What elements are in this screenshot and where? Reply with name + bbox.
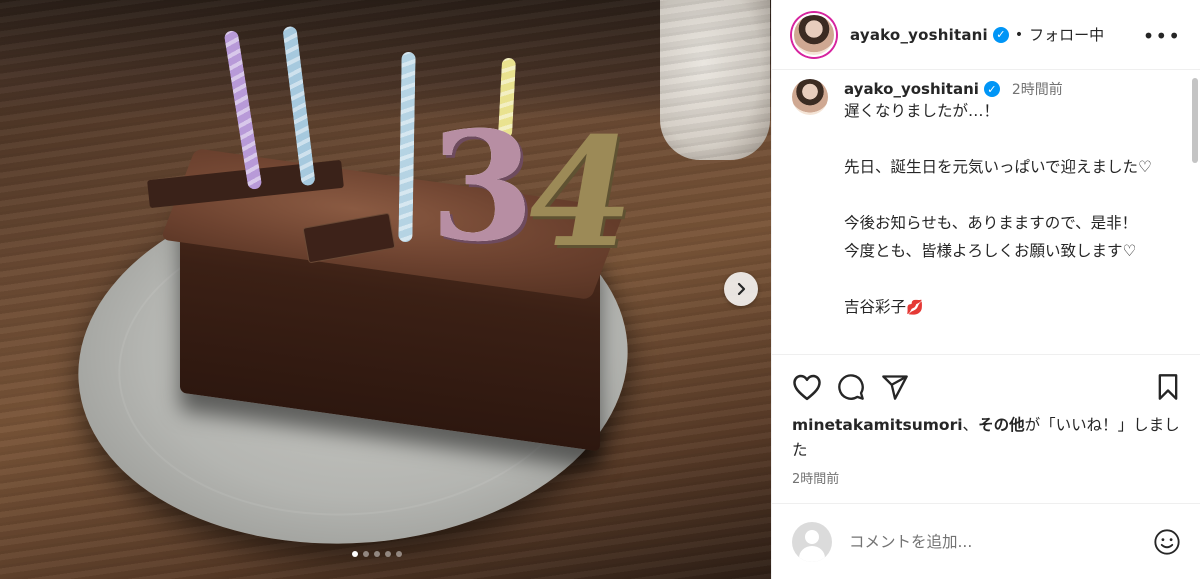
current-user-avatar <box>792 521 832 562</box>
caption-avatar[interactable] <box>792 79 828 115</box>
carousel-dot <box>363 551 369 557</box>
save-button[interactable] <box>1155 373 1181 401</box>
carousel-indicator <box>352 551 402 557</box>
chevron-right-icon <box>737 282 746 296</box>
likes-others-link[interactable]: その他 <box>978 416 1025 434</box>
carousel-dot <box>385 551 391 557</box>
carousel-next-button[interactable] <box>724 272 758 306</box>
carousel-dot <box>374 551 380 557</box>
post-header: ayako_yoshitani ✓ • フォロー中 ••• <box>772 0 1200 70</box>
liker-username[interactable]: minetakamitsumori <box>792 416 963 434</box>
caption-username[interactable]: ayako_yoshitani <box>844 80 979 98</box>
likes-connector: 、 <box>962 416 979 434</box>
author-username[interactable]: ayako_yoshitani <box>850 26 988 44</box>
share-icon <box>882 375 908 400</box>
emoji-button[interactable] <box>1153 528 1181 556</box>
caption-text: 遅くなりましたが…！ 先日、誕生日を元気いっぱいで迎えました♡ 今後お知らせも、… <box>844 102 1152 316</box>
comment-box <box>772 503 1200 579</box>
comment-icon <box>838 374 864 400</box>
likes-summary: minetakamitsumori、その他が「いいね！」しました <box>792 413 1182 463</box>
smiley-icon <box>1154 528 1180 555</box>
caption-time[interactable]: 2時間前 <box>1012 79 1063 99</box>
comment-input[interactable] <box>849 532 1153 551</box>
heart-icon <box>793 374 821 401</box>
post-media[interactable]: 3 4 <box>0 0 771 579</box>
share-button[interactable] <box>880 373 910 401</box>
carousel-dot <box>352 551 358 557</box>
author-avatar[interactable] <box>792 12 836 57</box>
carousel-dot <box>396 551 402 557</box>
more-options-icon[interactable]: ••• <box>1143 24 1181 48</box>
following-status[interactable]: フォロー中 <box>1029 24 1104 45</box>
caption-area: ayako_yoshitani ✓ 2時間前 遅くなりましたが…！ 先日、誕生日… <box>772 71 1200 353</box>
verified-badge-icon: ✓ <box>983 81 1000 97</box>
post-timestamp[interactable]: 2時間前 <box>792 468 1181 487</box>
post-panel: ayako_yoshitani ✓ • フォロー中 ••• ayako_yosh… <box>771 0 1200 579</box>
comment-button[interactable] <box>836 373 866 401</box>
caption-scrollbar[interactable] <box>1192 78 1198 163</box>
verified-badge-icon: ✓ <box>992 26 1009 43</box>
action-bar: minetakamitsumori、その他が「いいね！」しました 2時間前 <box>772 354 1200 487</box>
like-button[interactable] <box>792 373 822 401</box>
header-separator: • <box>1014 26 1024 43</box>
kiss-mark-icon: 💋 <box>906 300 924 316</box>
bookmark-icon <box>1158 374 1178 400</box>
